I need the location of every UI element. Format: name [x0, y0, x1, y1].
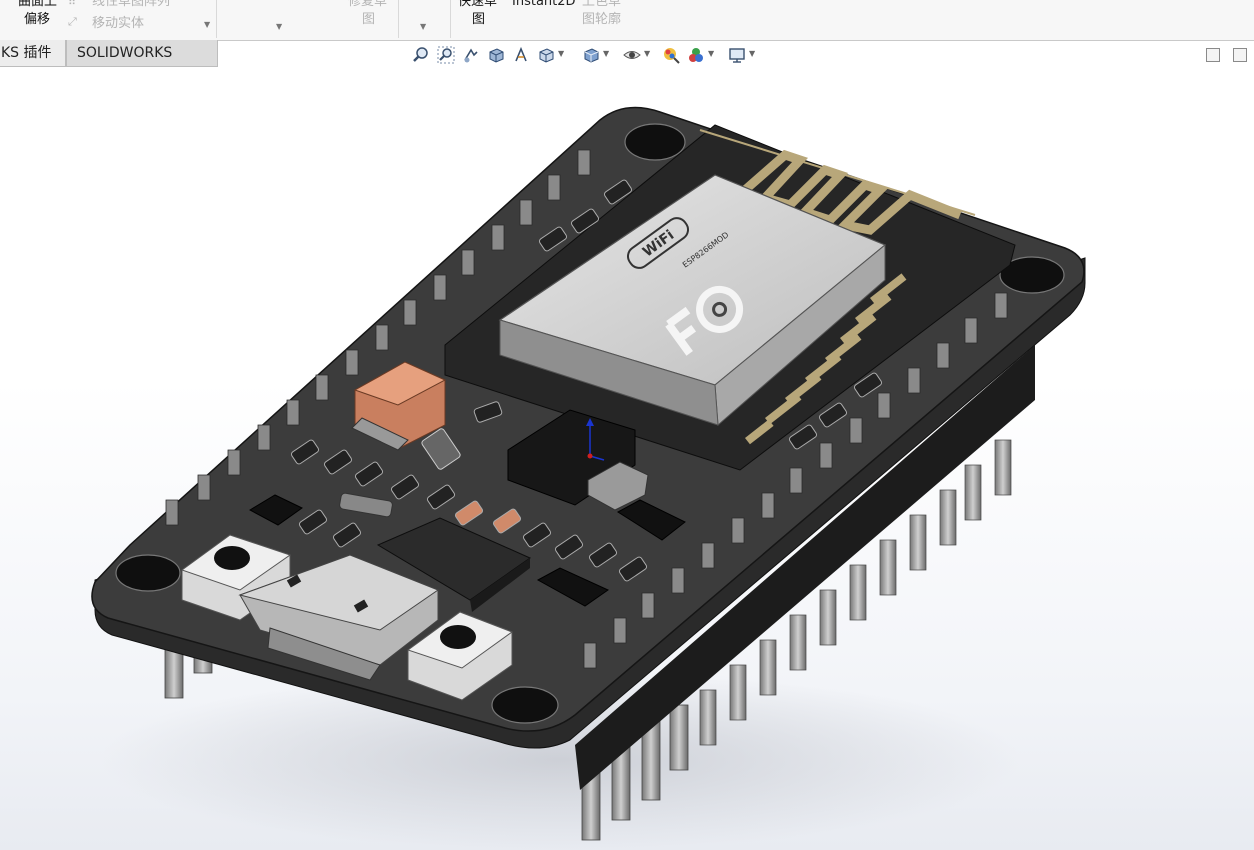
rapid-sketch-label-2: 图 — [472, 12, 486, 27]
view-settings-icon[interactable] — [726, 43, 748, 67]
view-orientation-icon[interactable] — [535, 43, 557, 67]
edit-appearance-icon[interactable] — [660, 43, 682, 67]
relations-dropdown-icon[interactable]: ▼ — [420, 22, 426, 31]
hide-show-dropdown-icon[interactable]: ▼ — [644, 49, 650, 58]
ribbon-divider — [216, 0, 217, 38]
view-settings-dropdown-icon[interactable]: ▼ — [749, 49, 755, 58]
repair-sketch-label-2: 图 — [362, 12, 376, 27]
sketch-tools-dropdown-icon[interactable]: ▼ — [276, 22, 282, 31]
linear-pattern-icon: ⠿ — [68, 0, 77, 8]
offset-on-surface-label: 曲面上 — [18, 0, 58, 9]
command-manager-ribbon: 曲面上 偏移 ⠿ 线性草图阵列 ⤢ 移动实体 ▼ ▼ 修复草 图 ▼ 快速草 图… — [0, 0, 1254, 41]
shaded-sketch-contours-label-2: 图轮廓 — [582, 12, 622, 27]
apply-scene-dropdown-icon[interactable]: ▼ — [708, 49, 714, 58]
zoom-to-fit-icon[interactable] — [410, 43, 432, 67]
view-orientation-dropdown-icon[interactable]: ▼ — [558, 49, 564, 58]
hide-show-items-icon[interactable] — [621, 43, 643, 67]
display-style-icon[interactable] — [580, 43, 602, 67]
restore-panel-icon[interactable] — [1206, 48, 1220, 62]
apply-scene-icon[interactable] — [685, 43, 707, 67]
instant2d-button[interactable]: Instant2D — [512, 0, 576, 10]
repair-sketch-button[interactable]: 修复草 — [348, 0, 387, 10]
offset-on-surface-button[interactable]: 曲面上 — [18, 0, 57, 10]
previous-view-icon[interactable] — [460, 43, 482, 67]
tab-ks-addins[interactable]: KS 插件 — [0, 40, 66, 67]
ribbon-divider — [398, 0, 399, 38]
graphics-area[interactable]: WiFi ESP8266MOD — [0, 69, 1254, 850]
shaded-sketch-contours-button[interactable]: 上色草 — [582, 0, 621, 10]
zoom-to-area-icon[interactable] — [435, 43, 457, 67]
dynamic-annotation-view-icon[interactable] — [510, 43, 532, 67]
move-entities-button[interactable]: 移动实体 — [92, 16, 144, 32]
move-entities-icon: ⤢ — [68, 15, 77, 28]
expand-panel-icon[interactable] — [1233, 48, 1247, 62]
linear-sketch-pattern-button[interactable]: 线性草图阵列 — [92, 0, 170, 10]
section-view-icon[interactable] — [485, 43, 507, 67]
rapid-sketch-button[interactable]: 快速草 — [458, 0, 497, 10]
ribbon-divider — [450, 0, 451, 38]
display-style-dropdown-icon[interactable]: ▼ — [603, 49, 609, 58]
tab-label: KS 插件 — [1, 45, 52, 61]
tab-solidworks-mbd[interactable]: SOLIDWORKS MBD — [66, 40, 218, 88]
move-entities-dropdown-icon[interactable]: ▼ — [204, 20, 210, 29]
offset-on-surface-label-2: 偏移 — [24, 12, 51, 27]
nodemcu-3d-model[interactable]: WiFi ESP8266MOD — [0, 69, 1254, 850]
